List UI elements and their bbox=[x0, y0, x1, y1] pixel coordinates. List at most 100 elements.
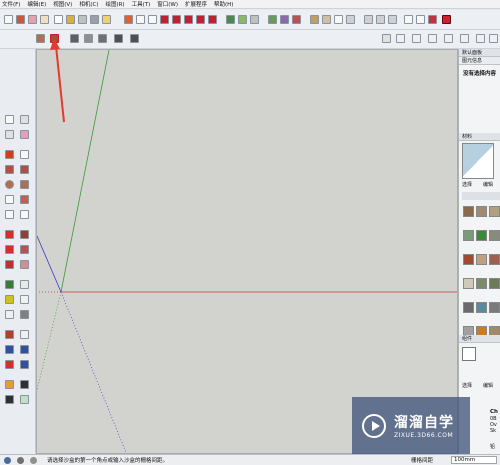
status-tip-icon[interactable] bbox=[30, 456, 37, 464]
dimension-icon[interactable] bbox=[20, 280, 29, 289]
back-view-icon[interactable] bbox=[460, 34, 469, 43]
material-swatch[interactable] bbox=[489, 254, 500, 265]
axes-tool-icon[interactable] bbox=[5, 310, 14, 319]
move-tool-icon[interactable] bbox=[5, 230, 14, 239]
material-swatch[interactable] bbox=[476, 278, 487, 289]
material-swatch[interactable] bbox=[463, 302, 474, 313]
menu-help[interactable]: 帮助(H) bbox=[214, 0, 233, 8]
eraser-tool-icon[interactable] bbox=[20, 130, 29, 139]
component-icon[interactable] bbox=[416, 15, 425, 24]
section-plane-tool-icon[interactable] bbox=[20, 395, 29, 404]
menu-camera[interactable]: 相机(C) bbox=[79, 0, 98, 8]
right-view-icon[interactable] bbox=[444, 34, 453, 43]
components-tab-select[interactable]: 选择 bbox=[462, 382, 472, 389]
material-swatch[interactable] bbox=[476, 302, 487, 313]
prev-view-icon[interactable] bbox=[310, 15, 319, 24]
iso-view-icon[interactable] bbox=[382, 34, 391, 43]
left-view-icon[interactable] bbox=[476, 34, 485, 43]
pan-icon[interactable] bbox=[250, 15, 259, 24]
material-swatch[interactable] bbox=[463, 206, 474, 217]
select-icon[interactable] bbox=[4, 15, 13, 24]
sandbox-scratch-icon[interactable] bbox=[50, 34, 59, 43]
zoom-tool-icon[interactable] bbox=[5, 345, 14, 354]
push-pull-icon[interactable] bbox=[66, 15, 75, 24]
materials-tab-select[interactable]: 选择 bbox=[462, 181, 472, 188]
camera-icon[interactable] bbox=[226, 15, 235, 24]
menu-extensions[interactable]: 扩展程序 bbox=[185, 0, 207, 8]
select-tool-icon[interactable] bbox=[5, 115, 14, 124]
arc-icon[interactable] bbox=[136, 15, 145, 24]
polygon-icon[interactable] bbox=[184, 15, 193, 24]
rotated-rect-icon[interactable] bbox=[20, 165, 29, 174]
components-header[interactable]: 组件 bbox=[459, 335, 500, 343]
status-help-icon[interactable] bbox=[17, 456, 24, 464]
ruby-icon[interactable] bbox=[404, 15, 413, 24]
freehand-icon[interactable] bbox=[148, 15, 157, 24]
material-swatch[interactable] bbox=[463, 278, 474, 289]
walk-tool-icon[interactable] bbox=[5, 395, 14, 404]
arc3-tool-icon[interactable] bbox=[20, 210, 29, 219]
follow-me-icon[interactable] bbox=[208, 15, 217, 24]
fog-icon[interactable] bbox=[388, 15, 397, 24]
material-swatch[interactable] bbox=[463, 230, 474, 241]
stamp-icon[interactable] bbox=[84, 34, 93, 43]
zoom-window-icon[interactable] bbox=[280, 15, 289, 24]
orbit-tool-icon[interactable] bbox=[5, 330, 14, 339]
menu-window[interactable]: 窗口(W) bbox=[157, 0, 178, 8]
measurement-box[interactable]: 100mm bbox=[451, 456, 497, 464]
front-view-icon[interactable] bbox=[428, 34, 437, 43]
menu-tools[interactable]: 工具(T) bbox=[132, 0, 151, 8]
make-component-icon[interactable] bbox=[20, 115, 29, 124]
look-around-tool-icon[interactable] bbox=[20, 380, 29, 389]
zoom-icon[interactable] bbox=[268, 15, 277, 24]
eraser-icon[interactable] bbox=[28, 15, 37, 24]
shadows-icon[interactable] bbox=[376, 15, 385, 24]
material-swatch[interactable] bbox=[489, 230, 500, 241]
text-tool-icon[interactable] bbox=[20, 295, 29, 304]
section-icon[interactable] bbox=[90, 15, 99, 24]
position-camera-icon[interactable] bbox=[334, 15, 343, 24]
offset-tool-icon[interactable] bbox=[20, 260, 29, 269]
tape-icon[interactable] bbox=[78, 15, 87, 24]
material-swatch[interactable] bbox=[476, 206, 487, 217]
zoom-extents-icon[interactable] bbox=[292, 15, 301, 24]
tape-measure-icon[interactable] bbox=[5, 280, 14, 289]
pie-tool-icon[interactable] bbox=[20, 195, 29, 204]
material-swatch[interactable] bbox=[489, 302, 500, 313]
table-icon[interactable] bbox=[54, 15, 63, 24]
material-swatch[interactable] bbox=[489, 206, 500, 217]
material-swatch[interactable] bbox=[489, 278, 500, 289]
circle-tool-icon[interactable] bbox=[5, 180, 14, 189]
walk-icon[interactable] bbox=[322, 15, 331, 24]
push-pull-tool-icon[interactable] bbox=[20, 230, 29, 239]
rectangle-icon[interactable] bbox=[40, 15, 49, 24]
flip-edge-icon[interactable] bbox=[130, 34, 139, 43]
scale-tool-icon[interactable] bbox=[5, 260, 14, 269]
menu-draw[interactable]: 绘图(R) bbox=[105, 0, 124, 8]
arc-tool-icon[interactable] bbox=[5, 195, 14, 204]
zoom-prev-tool-icon[interactable] bbox=[20, 360, 29, 369]
components-tab-edit[interactable]: 编辑 bbox=[483, 382, 493, 389]
menu-edit[interactable]: 编辑(E) bbox=[27, 0, 46, 8]
pan-tool-icon[interactable] bbox=[20, 330, 29, 339]
offset-icon[interactable] bbox=[160, 15, 169, 24]
bottom-view-icon[interactable] bbox=[489, 34, 498, 43]
freehand-tool-icon[interactable] bbox=[20, 150, 29, 159]
position-camera-tool-icon[interactable] bbox=[5, 380, 14, 389]
styles-icon[interactable] bbox=[102, 15, 111, 24]
pencil-icon[interactable] bbox=[124, 15, 133, 24]
material-swatch[interactable] bbox=[463, 254, 474, 265]
polygon-tool-icon[interactable] bbox=[20, 180, 29, 189]
layers-icon[interactable] bbox=[364, 15, 373, 24]
smoove-icon[interactable] bbox=[70, 34, 79, 43]
menu-file[interactable]: 文件(F) bbox=[2, 0, 20, 8]
add-detail-icon[interactable] bbox=[114, 34, 123, 43]
sandbox-contours-icon[interactable] bbox=[36, 34, 45, 43]
sandbox-active-icon[interactable] bbox=[428, 15, 437, 24]
zoom-extents-tool-icon[interactable] bbox=[5, 360, 14, 369]
material-swatch[interactable] bbox=[476, 230, 487, 241]
rotate-tool-icon[interactable] bbox=[5, 245, 14, 254]
follow-me-tool-icon[interactable] bbox=[20, 245, 29, 254]
home-view-icon[interactable] bbox=[412, 34, 421, 43]
solid-tools-icon[interactable] bbox=[196, 15, 205, 24]
